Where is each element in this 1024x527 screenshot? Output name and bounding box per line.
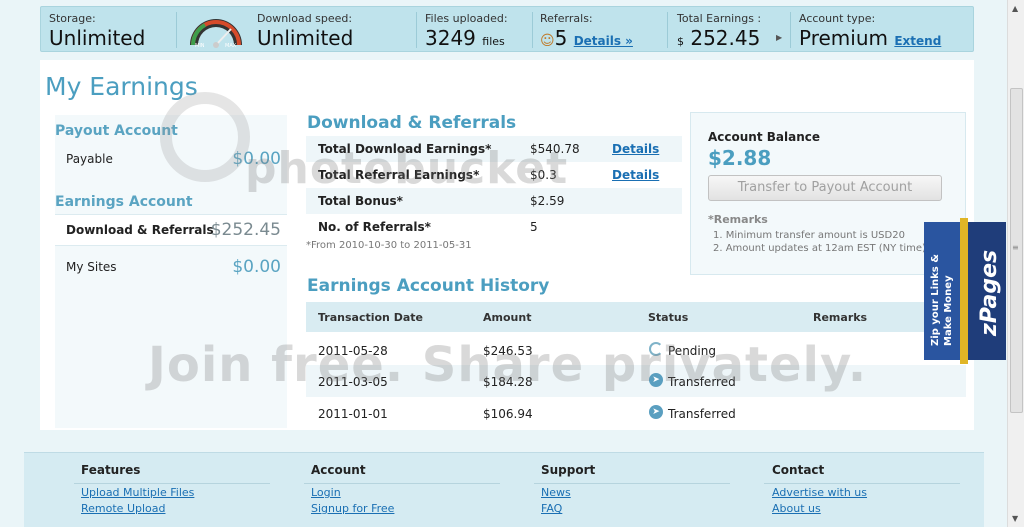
stat-divider: [790, 12, 791, 48]
date-range-note: *From 2010-10-30 to 2011-05-31: [306, 240, 472, 251]
expand-arrow-icon[interactable]: ▶: [776, 33, 782, 42]
footer-support: Support News FAQ: [541, 463, 595, 517]
download-speed-value: Unlimited: [257, 26, 354, 50]
remark-item: 1. Minimum transfer amount is USD20: [713, 230, 905, 241]
badge-line-2: Make Money: [943, 275, 954, 346]
account-type-value: Premium Extend: [799, 26, 941, 50]
stat-divider: [176, 12, 177, 48]
watermark-tagline: Join free. Share privately.: [148, 337, 868, 393]
history-table-header: Transaction Date Amount Status Remarks: [306, 302, 966, 332]
sidebar-item-my-sites[interactable]: My Sites $0.00: [55, 252, 287, 284]
history-title: Earnings Account History: [307, 276, 550, 296]
row-value: $2.59: [530, 194, 565, 208]
referrals-value: ☺5 Details »: [540, 26, 633, 50]
account-stats-bar: Storage: Unlimited MIN MAX Download spee…: [40, 6, 974, 52]
speedometer-icon: MIN MAX: [190, 19, 242, 49]
storage-value: Unlimited: [49, 26, 146, 50]
transaction-date: 2011-01-01: [318, 407, 388, 421]
earnings-account-title: Earnings Account: [55, 194, 193, 210]
column-header[interactable]: Status: [648, 311, 688, 324]
remark-item: 2. Amount updates at 12am EST (NY time): [713, 243, 926, 254]
row-label: No. of Referrals*: [318, 220, 431, 234]
sidebar-item-amount: $252.45: [210, 220, 281, 240]
zpages-ad-badge[interactable]: Zip your Links & Make Money zPages: [922, 218, 1008, 364]
site-footer: Features Upload Multiple Files Remote Up…: [24, 452, 984, 527]
column-header[interactable]: Transaction Date: [318, 311, 423, 324]
badge-line-1: Zip your Links &: [930, 254, 941, 346]
remarks-title: *Remarks: [708, 213, 768, 226]
footer-link[interactable]: About us: [772, 501, 867, 517]
extend-link[interactable]: Extend: [894, 34, 941, 48]
footer-heading: Support: [541, 463, 596, 477]
files-uploaded-label: Files uploaded:: [425, 12, 508, 25]
stat-divider: [416, 12, 417, 48]
footer-contact: Contact Advertise with us About us: [772, 463, 867, 517]
transaction-amount: $106.94: [483, 407, 533, 421]
details-link[interactable]: Details: [612, 168, 659, 182]
column-header[interactable]: Amount: [483, 311, 531, 324]
footer-heading: Account: [311, 463, 366, 477]
people-icon: ☺: [540, 33, 555, 49]
table-row: 2011-01-01 $106.94 ➤ Transferred: [306, 397, 966, 429]
page-title: My Earnings: [45, 72, 198, 101]
referrals-label: Referrals:: [540, 12, 593, 25]
badge-brand: zPages: [977, 250, 1002, 337]
files-uploaded-value: 3249 files: [425, 26, 505, 50]
sidebar-item-amount: $0.00: [232, 257, 281, 277]
footer-heading: Features: [81, 463, 141, 477]
details-link[interactable]: Details: [612, 142, 659, 156]
footer-account: Account Login Signup for Free: [311, 463, 394, 517]
stat-divider: [667, 12, 668, 48]
stat-divider: [532, 12, 533, 48]
footer-link[interactable]: Remote Upload: [81, 501, 194, 517]
account-balance-title: Account Balance: [708, 130, 821, 144]
footer-heading: Contact: [772, 463, 825, 477]
referrals-count: 5: [554, 26, 568, 50]
watermark-brand: photobucket: [245, 143, 569, 194]
transaction-status: Transferred: [668, 407, 736, 421]
footer-link[interactable]: News: [541, 485, 595, 501]
row-label: Total Bonus*: [318, 194, 403, 208]
footer-link[interactable]: Signup for Free: [311, 501, 394, 517]
download-referrals-title: Download & Referrals: [307, 113, 517, 133]
column-header[interactable]: Remarks: [813, 311, 867, 324]
transfer-to-payout-button[interactable]: Transfer to Payout Account: [708, 175, 942, 201]
files-unit: files: [482, 35, 505, 48]
footer-link[interactable]: Login: [311, 485, 394, 501]
account-balance-value: $2.88: [708, 146, 772, 170]
files-count: 3249: [425, 26, 476, 50]
sidebar-item-label: Download & Referrals: [66, 223, 214, 237]
storage-label: Storage:: [49, 12, 96, 25]
total-earnings-value: $ 252.45: [677, 26, 760, 50]
account-type-label: Account type:: [799, 12, 876, 25]
scroll-grip-icon: ≡: [1012, 243, 1019, 252]
row-value: 5: [530, 220, 538, 234]
scroll-up-icon[interactable]: ▲: [1012, 4, 1018, 13]
payable-label: Payable: [66, 152, 113, 166]
currency-symbol: $: [677, 35, 684, 48]
total-earnings-amount: 252.45: [690, 26, 761, 50]
transferred-icon: ➤: [649, 405, 663, 419]
footer-link[interactable]: FAQ: [541, 501, 595, 517]
gauge-min-label: MIN: [195, 43, 205, 49]
sidebar-item-download-referrals[interactable]: Download & Referrals $252.45: [55, 214, 287, 246]
download-speed-label: Download speed:: [257, 12, 353, 25]
footer-link[interactable]: Upload Multiple Files: [81, 485, 194, 501]
photobucket-watermark: [160, 92, 250, 182]
gauge-max-label: MAX: [225, 43, 237, 49]
vertical-scrollbar[interactable]: ▲ ≡ ▼: [1007, 0, 1024, 527]
account-type-name: Premium: [799, 26, 888, 50]
sidebar-item-label: My Sites: [66, 260, 117, 274]
referrals-details-link[interactable]: Details »: [574, 34, 633, 48]
total-earnings-label: Total Earnings :: [677, 12, 762, 25]
table-row: No. of Referrals* 5: [306, 214, 682, 240]
scroll-down-icon[interactable]: ▼: [1012, 514, 1018, 523]
footer-link[interactable]: Advertise with us: [772, 485, 867, 501]
footer-features: Features Upload Multiple Files Remote Up…: [81, 463, 194, 517]
